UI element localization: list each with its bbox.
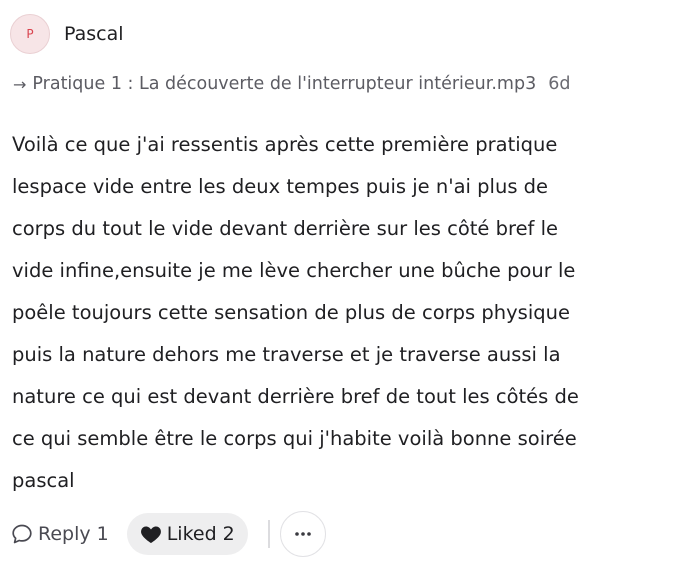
reply-button[interactable]: Reply 1 bbox=[10, 522, 109, 546]
lesson-link[interactable]: Pratique 1 : La découverte de l'interrup… bbox=[32, 74, 536, 94]
liked-button[interactable]: Liked 2 bbox=[126, 513, 248, 555]
post-body-line: ce qui semble être le corps qui j'habite… bbox=[12, 427, 577, 450]
reply-label: Reply bbox=[38, 523, 91, 545]
post-body-line: poêle toujours cette sensation de plus d… bbox=[12, 301, 570, 324]
post-body-line: lespace vide entre les deux tempes puis … bbox=[12, 175, 549, 198]
post-body-line: pascal bbox=[12, 469, 75, 492]
post-header: P Pascal bbox=[10, 14, 124, 54]
post-body-line: nature ce qui est devant derrière bref d… bbox=[12, 385, 579, 408]
divider bbox=[267, 520, 270, 548]
post-body-line: corps du tout le vide devant derrière su… bbox=[12, 217, 559, 240]
heart-filled-icon bbox=[140, 526, 161, 543]
author-name[interactable]: Pascal bbox=[64, 23, 124, 45]
post-body-line: vide infine,ensuite je me lève chercher … bbox=[12, 259, 576, 282]
comment-bubble-icon bbox=[12, 524, 32, 544]
arrow-right-icon: → bbox=[13, 74, 27, 94]
avatar[interactable]: P bbox=[10, 14, 50, 54]
post-body-line: puis la nature dehors me traverse et je … bbox=[12, 343, 561, 366]
more-options-button[interactable] bbox=[279, 511, 326, 557]
avatar-initial: P bbox=[26, 27, 34, 41]
post-actions: Reply 1 Liked 2 bbox=[10, 511, 326, 557]
post-age: 6d bbox=[548, 74, 571, 94]
post-body-line: Voilà ce que j'ai ressentis après cette … bbox=[12, 133, 558, 156]
post-body: Voilà ce que j'ai ressentis après cette … bbox=[12, 124, 676, 502]
liked-label: Liked bbox=[166, 523, 217, 545]
post-context: → Pratique 1 : La découverte de l'interr… bbox=[13, 74, 570, 94]
liked-count: 2 bbox=[222, 523, 235, 545]
reply-count: 1 bbox=[96, 523, 109, 545]
more-horizontal-icon bbox=[294, 532, 311, 536]
